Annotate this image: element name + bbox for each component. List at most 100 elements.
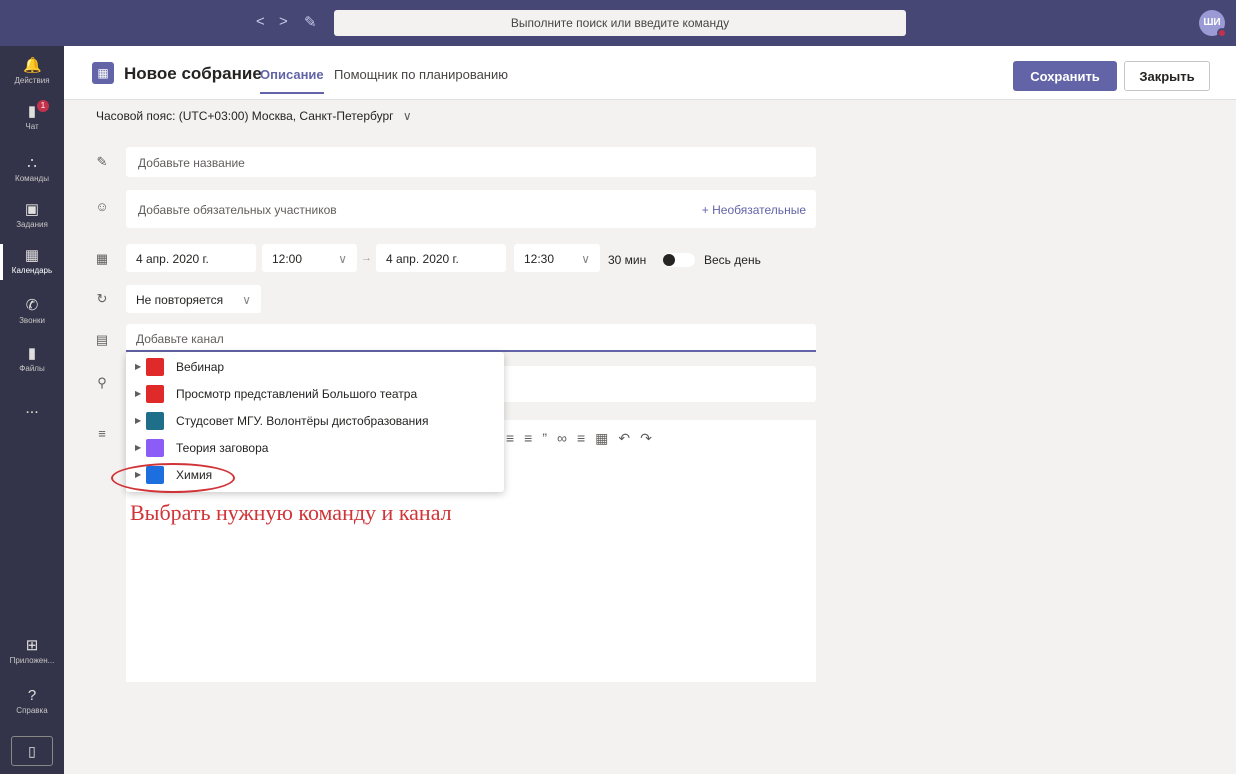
chevron-down-icon: ∨ xyxy=(242,293,251,307)
end-time-value: 12:30 xyxy=(524,252,555,266)
repeat-value: Не повторяется xyxy=(136,293,224,307)
calendar-small-icon: ▦ xyxy=(95,251,109,266)
add-person-icon: ☺ xyxy=(95,199,109,214)
rail-item-calendar[interactable]: ▦ Календарь xyxy=(0,244,64,280)
rail-label: Звонки xyxy=(19,316,45,325)
optional-attendees-link[interactable]: + Необязательные xyxy=(702,203,806,217)
back-icon[interactable]: < xyxy=(256,13,265,30)
redo-icon[interactable]: ↷ xyxy=(640,430,662,446)
calendar-icon: ▦ xyxy=(24,247,40,264)
page-title: Новое собрание xyxy=(124,64,262,83)
files-icon: ▮ xyxy=(27,345,37,362)
rail-label: Файлы xyxy=(19,364,45,373)
start-time-value: 12:00 xyxy=(272,252,303,266)
toggle-knob xyxy=(663,254,675,266)
team-logo xyxy=(146,412,164,430)
end-date-input[interactable]: 4 апр. 2020 г. xyxy=(376,244,506,272)
calendar-icon: ▦ xyxy=(92,62,114,84)
rail-item-teams[interactable]: ∴ Команды xyxy=(0,155,64,184)
quote-icon[interactable]: ” xyxy=(542,430,557,446)
avatar-initials: ШИ xyxy=(1203,17,1221,28)
pencil-icon: ✎ xyxy=(96,154,108,169)
title-input[interactable]: Добавьте название xyxy=(126,147,816,177)
rail-label: Задания xyxy=(16,220,48,229)
rail-item-assignments[interactable]: ▣ Задания xyxy=(0,201,64,230)
rail-item-help[interactable]: ? Справка xyxy=(0,687,64,716)
chevron-down-icon: ∨ xyxy=(402,109,412,123)
team-item-studsovet[interactable]: ▶ Студсовет МГУ. Волонтёры дистобразован… xyxy=(126,410,504,434)
attendees-placeholder: Добавьте обязательных участников xyxy=(138,203,337,217)
bell-icon: 🔔 xyxy=(23,57,42,74)
rail-label: Чат xyxy=(25,122,39,131)
repeat-select[interactable]: Не повторяется ∨ xyxy=(126,285,261,313)
assignments-icon: ▣ xyxy=(24,201,40,218)
table-icon[interactable]: ▦ xyxy=(595,430,618,446)
team-logo xyxy=(146,385,164,403)
all-day-label: Весь день xyxy=(704,253,761,267)
status-dot xyxy=(1217,28,1227,38)
location-icon: ⚲ xyxy=(97,375,107,390)
team-name: Студсовет МГУ. Волонтёры дистобразования xyxy=(176,414,429,428)
tab-description[interactable]: Описание xyxy=(260,67,324,94)
team-item-webinar[interactable]: ▶ Вебинар xyxy=(126,356,504,380)
start-date-input[interactable]: 4 апр. 2020 г. xyxy=(126,244,256,272)
device-icon[interactable]: ▯ xyxy=(11,736,53,766)
tab-scheduling-assistant[interactable]: Помощник по планированию xyxy=(334,67,508,82)
compose-icon[interactable]: ✎ xyxy=(304,13,317,31)
teams-icon: ∴ xyxy=(27,155,37,172)
more-icon[interactable]: ... xyxy=(0,400,64,418)
close-button[interactable]: Закрыть xyxy=(1124,61,1210,91)
save-button[interactable]: Сохранить xyxy=(1013,61,1117,91)
phone-icon: ✆ xyxy=(25,297,39,314)
channel-input[interactable]: Добавьте канал xyxy=(126,324,816,352)
expand-caret-icon[interactable]: ▶ xyxy=(135,389,141,398)
rail-label: Календарь xyxy=(11,266,53,275)
rail-label: Приложен... xyxy=(9,656,55,665)
team-name: Теория заговора xyxy=(176,441,269,455)
team-logo xyxy=(146,358,164,376)
timezone-select[interactable]: Часовой пояс: (UTC+03:00) Москва, Санкт-… xyxy=(96,109,412,123)
divider-icon[interactable]: ≡ xyxy=(577,430,595,446)
expand-caret-icon[interactable]: ▶ xyxy=(135,443,141,452)
start-time-select[interactable]: 12:00 ∨ xyxy=(262,244,357,272)
details-icon: ≡ xyxy=(98,426,106,441)
arrow-right-icon: → xyxy=(361,252,372,264)
all-day-toggle[interactable] xyxy=(663,253,695,267)
end-time-select[interactable]: 12:30 ∨ xyxy=(514,244,600,272)
expand-caret-icon[interactable]: ▶ xyxy=(135,416,141,425)
rail-item-activity[interactable]: 🔔 Действия xyxy=(0,57,64,86)
apps-icon: ⊞ xyxy=(25,637,39,654)
rail-label: Справка xyxy=(16,706,48,715)
avatar[interactable]: ШИ xyxy=(1199,10,1227,38)
expand-caret-icon[interactable]: ▶ xyxy=(135,362,141,371)
forward-icon[interactable]: > xyxy=(279,13,288,30)
search-input[interactable]: Выполните поиск или введите команду xyxy=(334,10,906,36)
rail-label: Команды xyxy=(15,174,49,183)
chevron-down-icon: ∨ xyxy=(581,252,590,266)
attendees-input[interactable]: Добавьте обязательных участников + Необя… xyxy=(126,190,816,228)
team-name: Вебинар xyxy=(176,360,225,374)
timezone-label: Часовой пояс: (UTC+03:00) Москва, Санкт-… xyxy=(96,109,394,123)
rail-item-apps[interactable]: ⊞ Приложен... xyxy=(0,637,64,666)
team-item-bolshoi[interactable]: ▶ Просмотр представлений Большого театра xyxy=(126,383,504,407)
team-item-conspiracy[interactable]: ▶ Теория заговора xyxy=(126,437,504,461)
rail-item-chat[interactable]: ▮ 1 Чат xyxy=(0,100,64,131)
chevron-down-icon: ∨ xyxy=(338,252,347,266)
link-icon[interactable]: ∞ xyxy=(557,430,577,446)
rail-item-calls[interactable]: ✆ Звонки xyxy=(0,297,64,326)
rail-item-files[interactable]: ▮ Файлы xyxy=(0,345,64,374)
channel-icon: ▤ xyxy=(95,332,109,347)
annotation-text: Выбрать нужную команду и канал xyxy=(130,500,452,525)
team-name: Просмотр представлений Большого театра xyxy=(176,387,418,401)
chat-badge: 1 xyxy=(37,100,49,112)
duration-label: 30 мин xyxy=(608,253,647,267)
numbered-list-icon[interactable]: ≡ xyxy=(524,430,542,446)
team-logo xyxy=(146,439,164,457)
app-rail: 🔔 Действия ▮ 1 Чат ∴ Команды ▣ Задания ▦… xyxy=(0,46,64,774)
meeting-header: ▦ Новое собрание Описание Помощник по пл… xyxy=(64,46,1236,100)
help-icon: ? xyxy=(27,687,37,704)
top-bar: < > ✎ Выполните поиск или введите команд… xyxy=(0,0,1236,46)
formatting-toolbar: ≡≡”∞≡▦↶↷ xyxy=(506,430,662,447)
undo-icon[interactable]: ↶ xyxy=(618,430,640,446)
bullet-list-icon[interactable]: ≡ xyxy=(506,430,524,446)
